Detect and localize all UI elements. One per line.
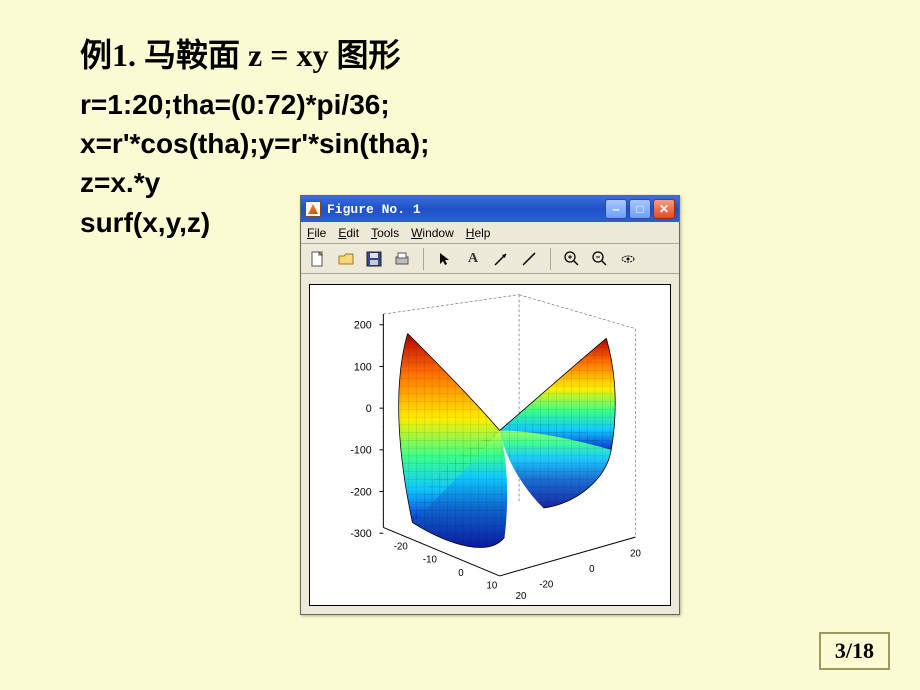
rotate-3d-icon[interactable] [617, 248, 639, 270]
z-tick--200: -200 [350, 486, 371, 498]
line-icon[interactable] [518, 248, 540, 270]
slide-title: 例1. 马鞍面 z = xy 图形 [80, 30, 400, 76]
menu-tools[interactable]: Tools [371, 226, 399, 240]
code-line-4: surf(x,y,z) [80, 207, 210, 238]
x-tick--20: -20 [394, 542, 409, 553]
print-icon[interactable] [391, 248, 413, 270]
open-folder-icon[interactable] [335, 248, 357, 270]
close-button[interactable]: ✕ [653, 199, 675, 219]
y-tick-0: 0 [589, 564, 595, 575]
x-tick--10: -10 [423, 554, 438, 565]
z-tick--300: -300 [350, 528, 371, 540]
z-tick-200: 200 [354, 320, 372, 332]
zoom-out-icon[interactable] [589, 248, 611, 270]
text-A-icon[interactable]: A [462, 248, 484, 270]
matlab-figure-window: Figure No. 1 ‒ □ ✕ File Edit Tools Windo… [300, 195, 680, 615]
code-line-1: r=1:20;tha=(0:72)*pi/36; [80, 89, 390, 120]
menu-edit[interactable]: Edit [338, 226, 359, 240]
z-tick--100: -100 [350, 445, 371, 457]
maximize-button[interactable]: □ [629, 199, 651, 219]
titlebar[interactable]: Figure No. 1 ‒ □ ✕ [301, 196, 679, 222]
page-number: 3/18 [819, 632, 890, 670]
plot-area: 200 100 0 -100 -200 -300 -20 -10 0 10 20… [301, 274, 679, 614]
code-line-3: z=x.*y [80, 167, 160, 198]
arrow-icon[interactable] [490, 248, 512, 270]
z-tick-0: 0 [366, 403, 372, 415]
minimize-button[interactable]: ‒ [605, 199, 627, 219]
toolbar-separator-2 [550, 248, 551, 270]
y-tick--20: -20 [539, 580, 554, 591]
z-tick-100: 100 [354, 361, 372, 373]
plot-canvas[interactable]: 200 100 0 -100 -200 -300 -20 -10 0 10 20… [309, 284, 671, 606]
menu-window[interactable]: Window [411, 226, 454, 240]
matlab-app-icon [305, 201, 321, 217]
y-tick-20: 20 [630, 549, 641, 560]
menu-help[interactable]: Help [466, 226, 491, 240]
save-disk-icon[interactable] [363, 248, 385, 270]
window-title: Figure No. 1 [327, 202, 605, 217]
menubar: File Edit Tools Window Help [301, 222, 679, 244]
x-tick-0: 0 [458, 568, 464, 579]
zoom-in-icon[interactable] [561, 248, 583, 270]
code-line-2: x=r'*cos(tha);y=r'*sin(tha); [80, 128, 429, 159]
pointer-arrow-icon[interactable] [434, 248, 456, 270]
menu-file[interactable]: File [307, 226, 326, 240]
window-controls: ‒ □ ✕ [605, 199, 675, 219]
x-tick-20: 20 [516, 591, 527, 602]
toolbar: A [301, 244, 679, 274]
x-tick-10: 10 [487, 581, 498, 592]
new-file-icon[interactable] [307, 248, 329, 270]
toolbar-separator [423, 248, 424, 270]
